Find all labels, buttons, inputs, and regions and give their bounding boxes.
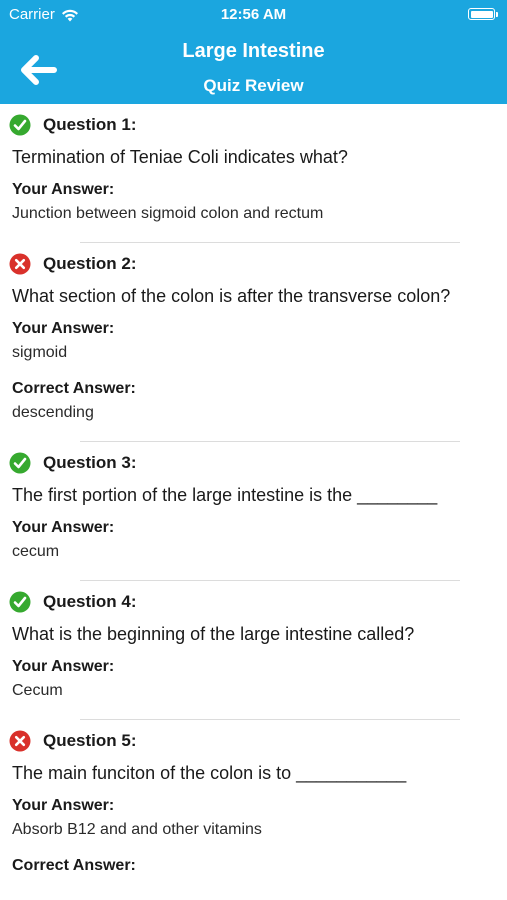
question-number: Question 2: <box>43 254 137 273</box>
question-text: The first portion of the large intestine… <box>12 485 438 505</box>
checkmark-icon <box>9 452 31 474</box>
your-answer-label: Your Answer: <box>12 320 115 337</box>
question-number: Question 4: <box>43 592 137 611</box>
nav-title: Large Intestine <box>182 40 325 62</box>
checkmark-icon <box>9 114 31 136</box>
your-answer-value: cecum <box>12 543 60 560</box>
question-number: Question 5: <box>43 731 137 750</box>
your-answer-label: Your Answer: <box>12 658 115 675</box>
question-item: Question 1: Termination of Teniae Coli i… <box>0 104 507 243</box>
question-number: Question 3: <box>43 453 137 472</box>
quiz-review-screen: Carrier 12:56 AM Large Intestine Quiz Re… <box>0 0 507 900</box>
status-bar: Carrier 12:56 AM <box>0 0 507 30</box>
correct-answer-label: Correct Answer: <box>12 857 136 874</box>
your-answer-label: Your Answer: <box>12 519 115 536</box>
your-answer-value: sigmoid <box>12 344 68 361</box>
question-item: Question 3: The first portion of the lar… <box>0 442 507 581</box>
your-answer-value: Cecum <box>12 682 63 699</box>
nav-subtitle: Quiz Review <box>203 76 304 95</box>
question-header: Question 1: <box>9 114 499 136</box>
question-text: Termination of Teniae Coli indicates wha… <box>12 147 348 167</box>
cross-icon <box>9 730 31 752</box>
question-number: Question 1: <box>43 115 137 134</box>
battery-icon <box>468 8 498 20</box>
status-time: 12:56 AM <box>220 6 287 23</box>
question-item: Question 5: The main funciton of the col… <box>0 720 507 876</box>
header: Carrier 12:56 AM Large Intestine Quiz Re… <box>0 0 507 104</box>
question-header: Question 3: <box>9 452 499 474</box>
question-text: What section of the colon is after the t… <box>12 286 451 306</box>
question-text: The main funciton of the colon is to ___… <box>12 763 407 783</box>
checkmark-icon <box>9 591 31 613</box>
question-item: Question 2: What section of the colon is… <box>0 243 507 442</box>
question-text: What is the beginning of the large intes… <box>12 624 415 644</box>
question-header: Question 2: <box>9 253 499 275</box>
correct-answer-value: descending <box>12 404 94 421</box>
your-answer-label: Your Answer: <box>12 181 115 198</box>
your-answer-label: Your Answer: <box>12 797 115 814</box>
question-header: Question 4: <box>9 591 499 613</box>
question-header: Question 5: <box>9 730 499 752</box>
your-answer-value: Absorb B12 and and other vitamins <box>12 821 262 838</box>
correct-answer-label: Correct Answer: <box>12 380 136 397</box>
your-answer-value: Junction between sigmoid colon and rectu… <box>12 205 324 222</box>
question-item: Question 4: What is the beginning of the… <box>0 581 507 720</box>
question-list[interactable]: Question 1: Termination of Teniae Coli i… <box>0 104 507 900</box>
cross-icon <box>9 253 31 275</box>
